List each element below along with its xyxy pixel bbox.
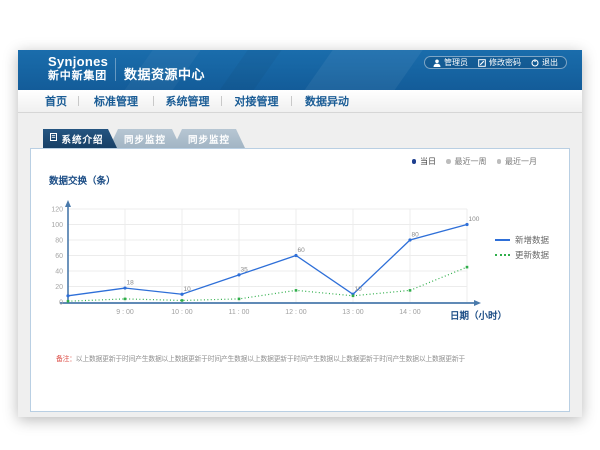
nav-item-data-change[interactable]: 数据异动 xyxy=(292,93,362,109)
chart-x-axis-title: 日期（小时） xyxy=(450,308,507,322)
data-point xyxy=(123,286,126,289)
header-stripe xyxy=(295,50,431,90)
user-label: 管理员 xyxy=(444,57,468,68)
data-point-label: 10 xyxy=(355,286,363,293)
data-point xyxy=(181,299,184,302)
data-point-label: 10 xyxy=(184,286,192,293)
y-tick-label: 20 xyxy=(55,284,63,291)
nav-item-system-mgmt[interactable]: 系统管理 xyxy=(154,93,221,109)
nav-item-standard-mgmt[interactable]: 标准管理 xyxy=(79,93,153,109)
tab-label: 同步监控 xyxy=(124,132,166,146)
nav-item-home[interactable]: 首页 xyxy=(34,93,78,109)
legend-item-updated-data: 更新数据 xyxy=(495,249,549,260)
y-axis-arrow-icon xyxy=(65,200,71,207)
data-point xyxy=(237,273,240,276)
app-header: Synjones 新中新集团 数据资源中心 管理员 修改密码 退出 xyxy=(18,50,582,90)
data-point xyxy=(66,294,69,297)
x-axis-arrow-icon xyxy=(474,300,481,306)
data-point-label: 60 xyxy=(298,247,306,254)
data-point xyxy=(409,289,412,292)
solid-line-icon xyxy=(495,239,510,241)
data-point xyxy=(238,298,241,301)
line-chart: 0 20 40 60 80 100 120 9 : 00 10 : 00 11 : 00 12 : … xyxy=(31,149,569,411)
footnote-text: 以上数据更新于时间产生数据以上数据更新于时间产生数据以上数据更新于时间产生数据以… xyxy=(76,356,465,363)
data-point xyxy=(465,223,468,226)
tab-label: 系统介绍 xyxy=(61,132,103,146)
document-icon xyxy=(50,133,57,144)
brand-logo-en: Synjones xyxy=(48,55,108,68)
x-tick-label: 14 : 00 xyxy=(399,309,421,316)
app-window: Synjones 新中新集团 数据资源中心 管理员 修改密码 退出 首页 标准管… xyxy=(18,50,582,417)
change-password-button[interactable]: 修改密码 xyxy=(478,57,521,68)
x-tick-label: 9 : 00 xyxy=(116,309,134,316)
data-point xyxy=(180,293,183,296)
data-point-label: 35 xyxy=(241,266,249,273)
brand-logo-cn: 新中新集团 xyxy=(48,71,108,82)
tab-system-intro[interactable]: 系统介绍 xyxy=(43,129,117,148)
change-password-label: 修改密码 xyxy=(489,57,521,68)
tab-sync-monitor-2[interactable]: 同步监控 xyxy=(173,129,245,148)
logout-button[interactable]: 退出 xyxy=(531,57,558,68)
x-tick-label: 10 : 00 xyxy=(171,309,193,316)
chart-legend: 新增数据 更新数据 xyxy=(495,234,549,260)
logout-label: 退出 xyxy=(542,57,558,68)
data-point-label: 80 xyxy=(412,232,420,239)
brand-logo: Synjones 新中新集团 xyxy=(48,55,108,82)
user-menu[interactable]: 管理员 xyxy=(433,57,468,68)
data-point xyxy=(67,300,70,303)
nav-item-interface-mgmt[interactable]: 对接管理 xyxy=(222,93,291,109)
footnote-label: 备注： xyxy=(56,356,76,363)
y-tick-label: 0 xyxy=(59,300,63,307)
data-point xyxy=(124,298,127,301)
user-icon xyxy=(433,59,441,67)
dotted-line-icon xyxy=(495,254,510,256)
tab-sync-monitor-1[interactable]: 同步监控 xyxy=(109,129,181,148)
x-tick-label: 12 : 00 xyxy=(285,309,307,316)
x-tick-label: 13 : 00 xyxy=(342,309,364,316)
data-point xyxy=(352,295,355,298)
x-tick-label: 11 : 00 xyxy=(229,309,250,316)
y-tick-label: 100 xyxy=(51,222,63,229)
footnote: 备注：以上数据更新于时间产生数据以上数据更新于时间产生数据以上数据更新于时间产生… xyxy=(56,353,465,363)
tab-label: 同步监控 xyxy=(188,132,230,146)
logout-icon xyxy=(531,59,539,67)
data-point xyxy=(295,289,298,292)
main-nav: 首页 标准管理 系统管理 对接管理 数据异动 xyxy=(18,90,582,113)
y-tick-label: 120 xyxy=(51,207,63,214)
header-divider xyxy=(115,58,116,81)
page-title: 数据资源中心 xyxy=(124,64,205,83)
tab-bar: 系统介绍 同步监控 同步监控 xyxy=(43,129,245,148)
content-panel: 当日 最近一周 最近一月 数据交换（条） 0204060801001209 : … xyxy=(30,148,570,412)
data-point-label: 100 xyxy=(469,216,480,223)
data-point xyxy=(466,266,469,269)
y-tick-label: 80 xyxy=(55,238,63,245)
header-stripe xyxy=(210,50,290,90)
edit-icon xyxy=(478,59,486,67)
data-point xyxy=(294,254,297,257)
y-tick-label: 40 xyxy=(55,269,63,276)
y-tick-label: 60 xyxy=(55,253,63,260)
data-point xyxy=(408,238,411,241)
legend-item-new-data: 新增数据 xyxy=(495,234,549,245)
data-point-label: 18 xyxy=(127,280,135,287)
user-bar: 管理员 修改密码 退出 xyxy=(424,56,567,69)
